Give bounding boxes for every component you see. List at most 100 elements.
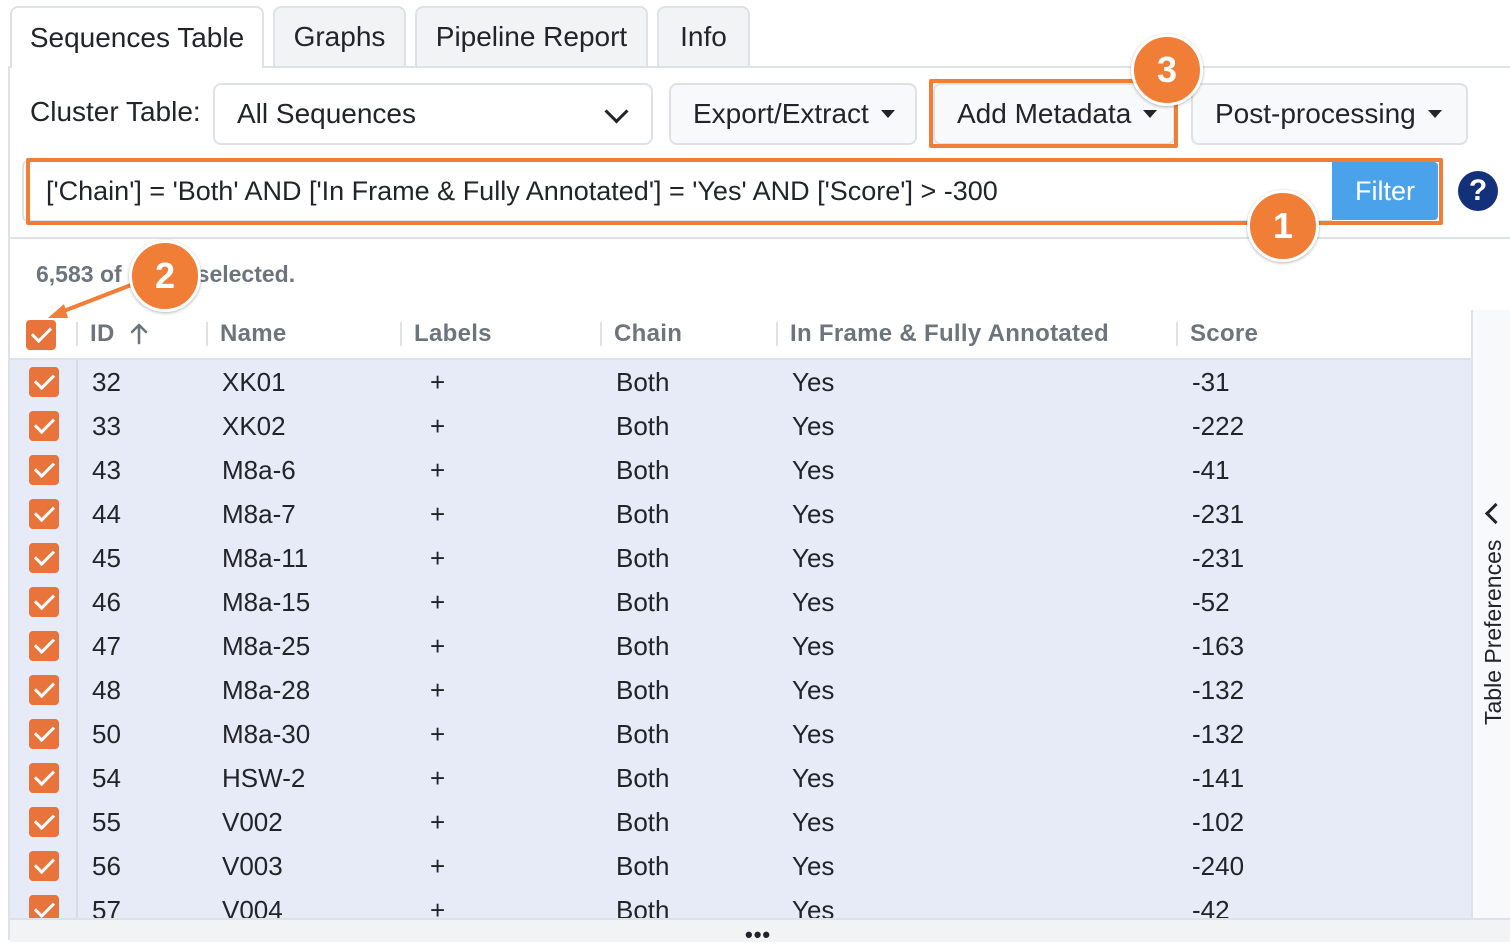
table-row[interactable]: 43 M8a-6 + Both Yes -41 — [10, 448, 1471, 492]
row-select-cell — [10, 844, 78, 888]
cell-chain: Both — [616, 762, 670, 793]
row-checkbox[interactable] — [29, 631, 59, 661]
cell-labels[interactable]: + — [430, 888, 445, 919]
header-score[interactable]: Score — [1190, 310, 1258, 358]
table-row[interactable]: 57 V004 + Both Yes -42 — [10, 888, 1471, 918]
row-select-cell — [10, 580, 78, 624]
cell-id: 56 — [92, 850, 121, 881]
help-icon[interactable]: ? — [1458, 171, 1498, 211]
cell-name: V004 — [222, 894, 283, 919]
column-separator — [206, 322, 208, 346]
row-checkbox[interactable] — [29, 587, 59, 617]
cell-labels[interactable]: + — [430, 756, 445, 800]
cell-score: -132 — [1192, 674, 1245, 705]
tab-sequences-table[interactable]: Sequences Table — [10, 6, 264, 68]
cell-in-frame: Yes — [792, 410, 835, 441]
header-labels[interactable]: Labels — [414, 310, 492, 358]
post-processing-button[interactable]: Post-processing — [1191, 83, 1468, 145]
row-checkbox[interactable] — [29, 763, 59, 793]
header-name[interactable]: Name — [220, 310, 287, 358]
chevron-down-icon — [604, 99, 629, 124]
table-row[interactable]: 56 V003 + Both Yes -240 — [10, 844, 1471, 888]
cell-in-frame: Yes — [792, 498, 835, 529]
row-checkbox[interactable] — [29, 895, 59, 918]
row-select-cell — [10, 492, 78, 536]
cell-name: M8a-15 — [222, 586, 311, 617]
row-select-cell — [10, 712, 78, 756]
tab-pipeline-report[interactable]: Pipeline Report — [415, 6, 648, 66]
resize-handle[interactable]: ••• — [745, 922, 771, 948]
cell-in-frame: Yes — [792, 806, 835, 837]
cell-labels[interactable]: + — [430, 536, 445, 580]
cell-labels[interactable]: + — [430, 624, 445, 668]
annotation-badge-1: 1 — [1247, 190, 1319, 262]
row-checkbox[interactable] — [29, 675, 59, 705]
cell-score: -102 — [1192, 806, 1245, 837]
cluster-table-select[interactable]: All Sequences — [213, 83, 653, 145]
cell-score: -31 — [1192, 366, 1230, 397]
cell-chain: Both — [616, 542, 670, 573]
table-row[interactable]: 54 HSW-2 + Both Yes -141 — [10, 756, 1471, 800]
cell-score: -41 — [1192, 454, 1230, 485]
grid-body: 32 XK01 + Both Yes -31 33 XK02 + Both Yes -222 43 M8a… — [10, 360, 1471, 918]
cell-in-frame: Yes — [792, 366, 835, 397]
header-chain[interactable]: Chain — [614, 310, 682, 358]
annotation-badge-3: 3 — [1131, 34, 1203, 106]
cell-in-frame: Yes — [792, 630, 835, 661]
cell-labels[interactable]: + — [430, 448, 445, 492]
table-row[interactable]: 47 M8a-25 + Both Yes -163 — [10, 624, 1471, 668]
row-checkbox[interactable] — [29, 367, 59, 397]
table-row[interactable]: 55 V002 + Both Yes -102 — [10, 800, 1471, 844]
cell-labels[interactable]: + — [430, 668, 445, 712]
row-checkbox[interactable] — [29, 851, 59, 881]
row-checkbox[interactable] — [29, 455, 59, 485]
row-checkbox[interactable] — [29, 499, 59, 529]
cell-labels[interactable]: + — [430, 800, 445, 844]
cell-labels[interactable]: + — [430, 580, 445, 624]
table-row[interactable]: 33 XK02 + Both Yes -222 — [10, 404, 1471, 448]
highlight-filter-box — [26, 158, 1443, 225]
cell-score: -163 — [1192, 630, 1245, 661]
export-extract-button[interactable]: Export/Extract — [669, 83, 917, 145]
cell-labels[interactable]: + — [430, 360, 445, 404]
cell-score: -132 — [1192, 718, 1245, 749]
column-separator — [400, 322, 402, 346]
row-checkbox[interactable] — [29, 719, 59, 749]
cell-chain: Both — [616, 894, 670, 919]
table-preferences-label[interactable]: Table Preferences — [1480, 540, 1507, 725]
cell-labels[interactable]: + — [430, 492, 445, 536]
grid-header: ID Name Labels Chain In Frame & Fully An… — [10, 310, 1471, 360]
cell-labels[interactable]: + — [430, 404, 445, 448]
table-row[interactable]: 45 M8a-11 + Both Yes -231 — [10, 536, 1471, 580]
column-separator — [776, 322, 778, 346]
cell-chain: Both — [616, 674, 670, 705]
header-in-frame[interactable]: In Frame & Fully Annotated — [790, 310, 1109, 358]
tab-info[interactable]: Info — [657, 6, 750, 66]
cell-score: -42 — [1192, 894, 1230, 919]
row-checkbox[interactable] — [29, 411, 59, 441]
cell-name: HSW-2 — [222, 762, 306, 793]
cell-name: V002 — [222, 806, 283, 837]
table-row[interactable]: 48 M8a-28 + Both Yes -132 — [10, 668, 1471, 712]
row-checkbox[interactable] — [29, 807, 59, 837]
cell-id: 45 — [92, 542, 121, 573]
table-row[interactable]: 44 M8a-7 + Both Yes -231 — [10, 492, 1471, 536]
row-select-cell — [10, 888, 78, 918]
cell-id: 46 — [92, 586, 121, 617]
table-row[interactable]: 50 M8a-30 + Both Yes -132 — [10, 712, 1471, 756]
cell-labels[interactable]: + — [430, 844, 445, 888]
cell-score: -222 — [1192, 410, 1245, 441]
cell-chain: Both — [616, 630, 670, 661]
cell-score: -231 — [1192, 542, 1245, 573]
cluster-table-label: Cluster Table: — [30, 96, 201, 127]
cell-chain: Both — [616, 806, 670, 837]
table-row[interactable]: 32 XK01 + Both Yes -31 — [10, 360, 1471, 404]
cell-labels[interactable]: + — [430, 712, 445, 756]
cell-name: M8a-11 — [222, 542, 309, 573]
export-extract-label: Export/Extract — [693, 98, 869, 129]
cell-chain: Both — [616, 850, 670, 881]
row-checkbox[interactable] — [29, 543, 59, 573]
column-separator — [600, 322, 602, 346]
table-row[interactable]: 46 M8a-15 + Both Yes -52 — [10, 580, 1471, 624]
tab-graphs[interactable]: Graphs — [273, 6, 406, 66]
